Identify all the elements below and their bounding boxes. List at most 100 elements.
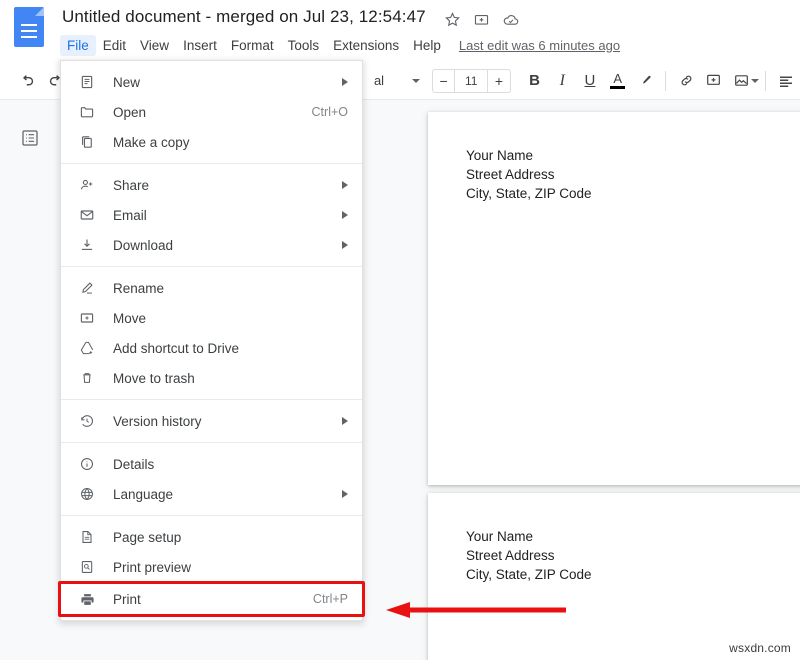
underline-label[interactable]: U	[585, 72, 596, 89]
italic-button: I	[548, 67, 576, 95]
file-menu-label: Version history	[113, 414, 202, 429]
google-docs-window: Untitled document - merged on Jul 23, 12…	[0, 0, 800, 660]
file-menu-item-language[interactable]: Language	[61, 479, 362, 509]
text-color-button[interactable]: A	[604, 67, 632, 95]
submenu-arrow-icon	[342, 490, 348, 498]
info-circle-icon	[77, 454, 97, 474]
align-left-icon[interactable]	[772, 67, 800, 95]
pointer-arrow-to-print	[380, 600, 570, 620]
submenu-arrow-icon	[342, 211, 348, 219]
title-bar: Untitled document - merged on Jul 23, 12…	[0, 0, 800, 62]
font-size-decrease[interactable]: −	[433, 70, 455, 92]
star-icon[interactable]	[444, 11, 461, 28]
file-menu-item-page-setup[interactable]: Page setup	[61, 522, 362, 552]
file-menu-label: Print	[113, 592, 141, 607]
file-menu-item-open[interactable]: Open Ctrl+O	[61, 97, 362, 127]
globe-icon	[77, 484, 97, 504]
file-menu-item-print-preview[interactable]: Print preview	[61, 552, 362, 582]
file-menu-item-share[interactable]: Share	[61, 170, 362, 200]
menu-insert[interactable]: Insert	[176, 35, 224, 56]
file-menu-label: Rename	[113, 281, 164, 296]
file-menu-item-version-history[interactable]: Version history	[61, 406, 362, 436]
file-menu-shortcut: Ctrl+P	[313, 592, 348, 606]
page-2-line-2: Street Address	[466, 546, 592, 565]
document-page-1[interactable]: Your Name Street Address City, State, ZI…	[428, 112, 800, 485]
history-clock-icon	[77, 411, 97, 431]
file-menu-item-rename[interactable]: Rename	[61, 273, 362, 303]
font-family-value[interactable]: al	[374, 73, 384, 88]
file-menu-item-email[interactable]: Email	[61, 200, 362, 230]
submenu-arrow-icon	[342, 417, 348, 425]
google-docs-icon[interactable]	[14, 7, 44, 47]
document-outline-icon[interactable]	[16, 124, 44, 152]
menu-extensions[interactable]: Extensions	[326, 35, 406, 56]
document-page-2[interactable]: Your Name Street Address City, State, ZI…	[428, 493, 800, 660]
title-action-icons	[444, 11, 519, 28]
page-setup-icon	[77, 527, 97, 547]
watermark-text: wsxdn.com	[729, 641, 791, 655]
file-menu-label: New	[113, 75, 140, 90]
file-menu-group-5: Details Language	[61, 449, 362, 509]
page-1-text: Your Name Street Address City, State, ZI…	[466, 146, 592, 203]
menu-edit[interactable]: Edit	[96, 35, 133, 56]
menu-divider	[61, 163, 362, 164]
person-add-icon	[77, 175, 97, 195]
file-menu-item-details[interactable]: Details	[61, 449, 362, 479]
font-size-input[interactable]: 11	[454, 70, 488, 92]
drive-shortcut-icon	[77, 338, 97, 358]
file-menu-group-2: Share Email	[61, 170, 362, 260]
file-menu-item-add-shortcut-to-drive[interactable]: Add shortcut to Drive	[61, 333, 362, 363]
file-menu-label: Details	[113, 457, 154, 472]
email-icon	[77, 205, 97, 225]
file-menu-group-4: Version history	[61, 406, 362, 436]
copy-icon	[77, 132, 97, 152]
menu-view[interactable]: View	[133, 35, 176, 56]
bold-label[interactable]: B	[529, 72, 540, 89]
file-menu-item-move-to-trash[interactable]: Move to trash	[61, 363, 362, 393]
file-menu-dropdown: New Open Ctrl+O Make	[60, 60, 363, 621]
file-menu-label: Share	[113, 178, 149, 193]
file-menu-item-download[interactable]: Download	[61, 230, 362, 260]
new-document-icon	[77, 72, 97, 92]
last-edit-link[interactable]: Last edit was 6 minutes ago	[459, 38, 620, 53]
file-menu-label: Email	[113, 208, 147, 223]
menu-divider	[61, 515, 362, 516]
page-2-line-1: Your Name	[466, 527, 592, 546]
italic-label[interactable]: I	[560, 72, 565, 90]
highlight-pen-icon[interactable]	[632, 67, 660, 95]
cloud-saved-icon[interactable]	[502, 11, 519, 28]
undo-icon[interactable]	[14, 67, 42, 95]
menu-divider	[61, 442, 362, 443]
submenu-arrow-icon	[342, 181, 348, 189]
move-to-folder-icon[interactable]	[473, 11, 490, 28]
file-menu-item-print[interactable]: Print Ctrl+P	[61, 584, 362, 614]
document-title[interactable]: Untitled document - merged on Jul 23, 12…	[62, 7, 426, 27]
print-preview-icon	[77, 557, 97, 577]
menu-divider	[61, 399, 362, 400]
menu-help[interactable]: Help	[406, 35, 448, 56]
file-menu-group-6: Page setup Print preview	[61, 522, 362, 614]
menu-file[interactable]: File	[60, 35, 96, 56]
file-menu-group-1: New Open Ctrl+O Make	[61, 67, 362, 157]
file-menu-item-move[interactable]: Move	[61, 303, 362, 333]
page-1-line-1: Your Name	[466, 146, 592, 165]
file-menu-item-new[interactable]: New	[61, 67, 362, 97]
menu-tools[interactable]: Tools	[281, 35, 327, 56]
font-size-increase[interactable]: +	[488, 70, 510, 92]
font-size-stepper[interactable]: − 11 +	[432, 69, 511, 93]
insert-link-icon[interactable]	[672, 67, 700, 95]
menu-format[interactable]: Format	[224, 35, 281, 56]
file-menu-label: Page setup	[113, 530, 181, 545]
text-color-swatch	[610, 86, 625, 89]
chevron-down-icon[interactable]	[412, 79, 420, 83]
trash-icon	[77, 368, 97, 388]
file-menu-label: Language	[113, 487, 173, 502]
file-menu-item-make-a-copy[interactable]: Make a copy	[61, 127, 362, 157]
file-menu-label: Make a copy	[113, 135, 190, 150]
image-options-chevron-down-icon[interactable]	[751, 79, 759, 83]
page-1-line-2: Street Address	[466, 165, 592, 184]
page-2-line-3: City, State, ZIP Code	[466, 565, 592, 584]
add-comment-icon[interactable]	[700, 67, 728, 95]
file-menu-shortcut: Ctrl+O	[312, 105, 348, 119]
download-icon	[77, 235, 97, 255]
